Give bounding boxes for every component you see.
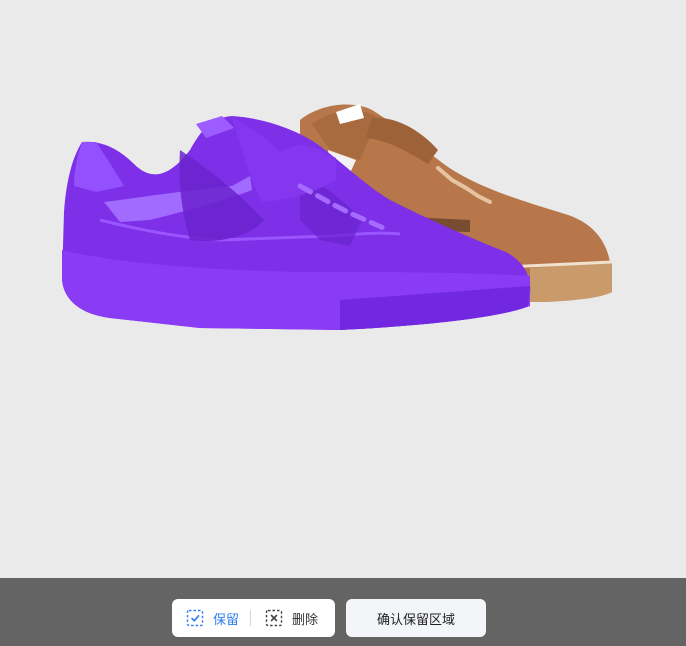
delete-button[interactable]: 删除 [265,599,318,637]
keep-button-label: 保留 [213,612,240,628]
select-keep-icon [186,609,204,627]
bottom-toolbar: 保留 删除 确认保留区域 [0,578,686,646]
selection-mode-group: 保留 删除 [172,599,335,637]
image-canvas[interactable] [0,0,686,578]
keep-button[interactable]: 保留 [186,599,239,637]
delete-button-label: 删除 [292,612,319,628]
select-delete-icon [265,609,283,627]
mode-divider [250,610,252,626]
sneaker-image [62,104,613,330]
confirm-keep-area-button[interactable]: 确认保留区域 [346,599,486,637]
